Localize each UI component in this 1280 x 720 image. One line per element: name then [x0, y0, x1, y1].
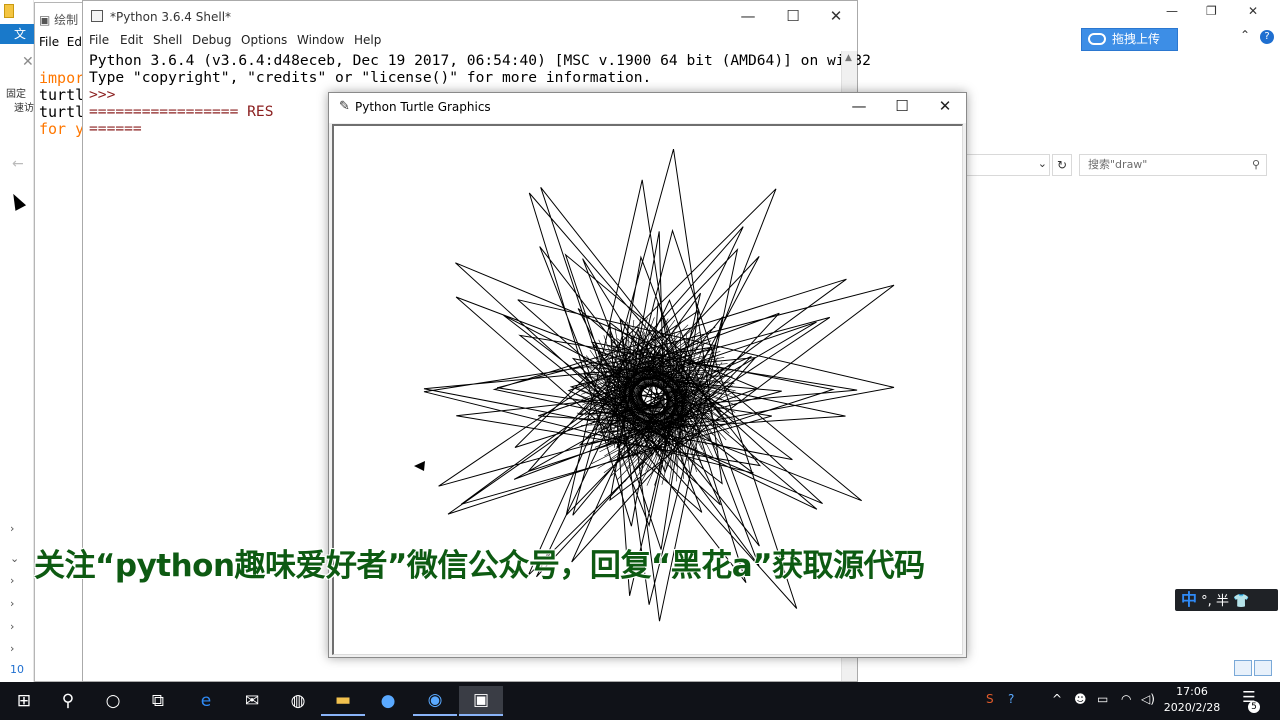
view-toggle[interactable]	[1234, 660, 1274, 679]
shell-titlebar[interactable]: *Python 3.6.4 Shell* — ☐ ✕	[83, 1, 857, 31]
upload-label: 拖拽上传	[1112, 32, 1161, 46]
scroll-up-icon[interactable]: ▲	[845, 53, 852, 63]
notification-count: 5	[1248, 701, 1260, 713]
turtle-title: Python Turtle Graphics	[355, 100, 491, 114]
shell-line: Type "copyright", "credits" or "license(…	[89, 69, 652, 86]
menu-help[interactable]: Help	[354, 33, 381, 47]
shell-title: *Python 3.6.4 Shell*	[110, 10, 232, 24]
ime-width[interactable]: 半	[1216, 594, 1229, 609]
taskbar-clock[interactable]: 17:06 2020/2/28	[1160, 684, 1224, 716]
expand-icon[interactable]: ›	[10, 522, 14, 535]
folder-icon	[4, 4, 14, 18]
maximize-icon[interactable]: ☐	[882, 97, 922, 115]
volume-icon[interactable]: ◁)	[1141, 692, 1155, 706]
chevron-down-icon[interactable]: ⌄	[1038, 157, 1047, 170]
paint-icon[interactable]: ◍	[276, 686, 320, 716]
notification-center[interactable]: ☰ 5	[1236, 688, 1262, 714]
edge-browser-icon[interactable]: e	[184, 686, 228, 716]
help-icon[interactable]: ?	[1008, 692, 1014, 706]
minimize-icon[interactable]: —	[733, 7, 763, 25]
code-line: impor	[39, 69, 85, 87]
ribbon-fragment: 固定 速访	[6, 88, 34, 116]
help-icon[interactable]: ?	[1260, 30, 1274, 44]
close-icon[interactable]: ✕	[821, 7, 851, 25]
menu-shell[interactable]: Shell	[153, 33, 182, 47]
overlay-caption: 关注“python趣味爱好者”微信公众号，回复“黑花a”获取源代码	[34, 548, 925, 584]
qq-icon[interactable]: ☻	[1074, 692, 1087, 706]
search-icon[interactable]: ⚲	[1252, 155, 1260, 175]
ime-punctuation[interactable]: °,	[1201, 594, 1212, 609]
maximize-icon[interactable]: ☐	[778, 7, 808, 25]
shell-prompt: >>>	[89, 86, 116, 103]
python-turtle-icon[interactable]: ▣	[459, 686, 503, 716]
ribbon-label-quick: 速访	[14, 103, 34, 114]
minimize-icon[interactable]: —	[839, 97, 879, 115]
wifi-icon[interactable]: ◠	[1121, 692, 1131, 706]
chevron-up-icon[interactable]: ^	[1052, 692, 1062, 706]
start-icon[interactable]: ⊞	[2, 686, 46, 716]
collapse-icon[interactable]: ⌄	[10, 552, 19, 565]
menu-window[interactable]: Window	[297, 33, 344, 47]
expand-icon[interactable]: ›	[10, 620, 14, 633]
file-explorer-icon[interactable]: ▬	[321, 686, 365, 716]
details-view-icon[interactable]	[1234, 660, 1252, 676]
back-arrow-icon[interactable]: ←	[12, 156, 24, 172]
battery-icon[interactable]: ▭	[1097, 692, 1108, 706]
menu-edit[interactable]: Ed	[67, 35, 82, 49]
expand-icon[interactable]: ›	[10, 642, 14, 655]
cloud-icon	[1088, 33, 1106, 45]
code-line: for y	[39, 120, 85, 138]
tree-number[interactable]: 10	[10, 663, 24, 676]
mail-icon[interactable]: ✉	[230, 686, 274, 716]
clock-time: 17:06	[1176, 685, 1208, 698]
feather-icon: ✎	[339, 99, 350, 114]
upload-button[interactable]: 拖拽上传	[1081, 28, 1178, 51]
editor-menubar: File Ed	[39, 35, 82, 49]
refresh-button[interactable]: ↻	[1052, 154, 1072, 176]
taskbar: ⊞ ⚲ ○ ⧉ e ✉ ◍ ▬ ● ◉ ▣ S ? ^ ☻ ▭ ◠ ◁)	[0, 682, 1280, 720]
turtle-cursor-icon	[414, 461, 425, 471]
close-icon[interactable]: ✕	[1248, 4, 1258, 18]
shell-restart-line: ======	[89, 120, 142, 137]
expand-icon[interactable]: ›	[10, 574, 14, 587]
minimize-icon[interactable]: —	[1166, 4, 1178, 18]
menu-file[interactable]: File	[39, 35, 59, 49]
expand-icon[interactable]: ›	[10, 597, 14, 610]
cortana-icon[interactable]: ○	[91, 686, 135, 716]
file-tab[interactable]: 文件	[0, 24, 34, 61]
ribbon-label-pin: 固定	[6, 89, 26, 100]
search-placeholder: 搜索"draw"	[1088, 158, 1148, 171]
address-bar[interactable]: ⌄	[966, 154, 1050, 176]
shell-menubar: File Edit Shell Debug Options Window Hel…	[83, 31, 857, 51]
shirt-icon[interactable]: 👕	[1233, 594, 1249, 609]
large-icons-view-icon[interactable]	[1254, 660, 1272, 676]
editor-title: ▣ 绘制	[39, 11, 78, 28]
menu-edit[interactable]: Edit	[120, 33, 143, 47]
close-icon[interactable]: ✕	[925, 97, 965, 115]
menu-file[interactable]: File	[89, 33, 109, 47]
app-s-icon[interactable]: ●	[366, 686, 410, 716]
shell-line: Python 3.6.4 (v3.6.4:d48eceb, Dec 19 201…	[89, 52, 871, 69]
task-view-icon[interactable]: ⧉	[136, 686, 180, 716]
search-icon[interactable]: ⚲	[46, 686, 90, 716]
pin-icon[interactable]: ✕	[22, 54, 34, 70]
wps-icon[interactable]: S	[986, 692, 994, 706]
chevron-up-icon[interactable]: ⌃	[1240, 28, 1250, 42]
shell-restart-line: ================= RES	[89, 103, 274, 120]
python-idle-icon[interactable]: ◉	[413, 686, 457, 716]
python-file-icon	[91, 10, 103, 22]
turtle-titlebar[interactable]: ✎ Python Turtle Graphics — ☐ ✕	[329, 93, 966, 123]
editor-title-text: 绘制	[54, 13, 79, 27]
restore-icon[interactable]: ❐	[1206, 4, 1217, 18]
clock-date: 2020/2/28	[1163, 701, 1221, 714]
menu-debug[interactable]: Debug	[192, 33, 231, 47]
python-file-icon: ▣	[39, 13, 51, 27]
ime-mode[interactable]: 中	[1181, 590, 1197, 609]
ime-toolbar[interactable]: 中 °, 半 👕	[1175, 589, 1278, 611]
search-input[interactable]: 搜索"draw" ⚲	[1079, 154, 1267, 176]
menu-options[interactable]: Options	[241, 33, 287, 47]
